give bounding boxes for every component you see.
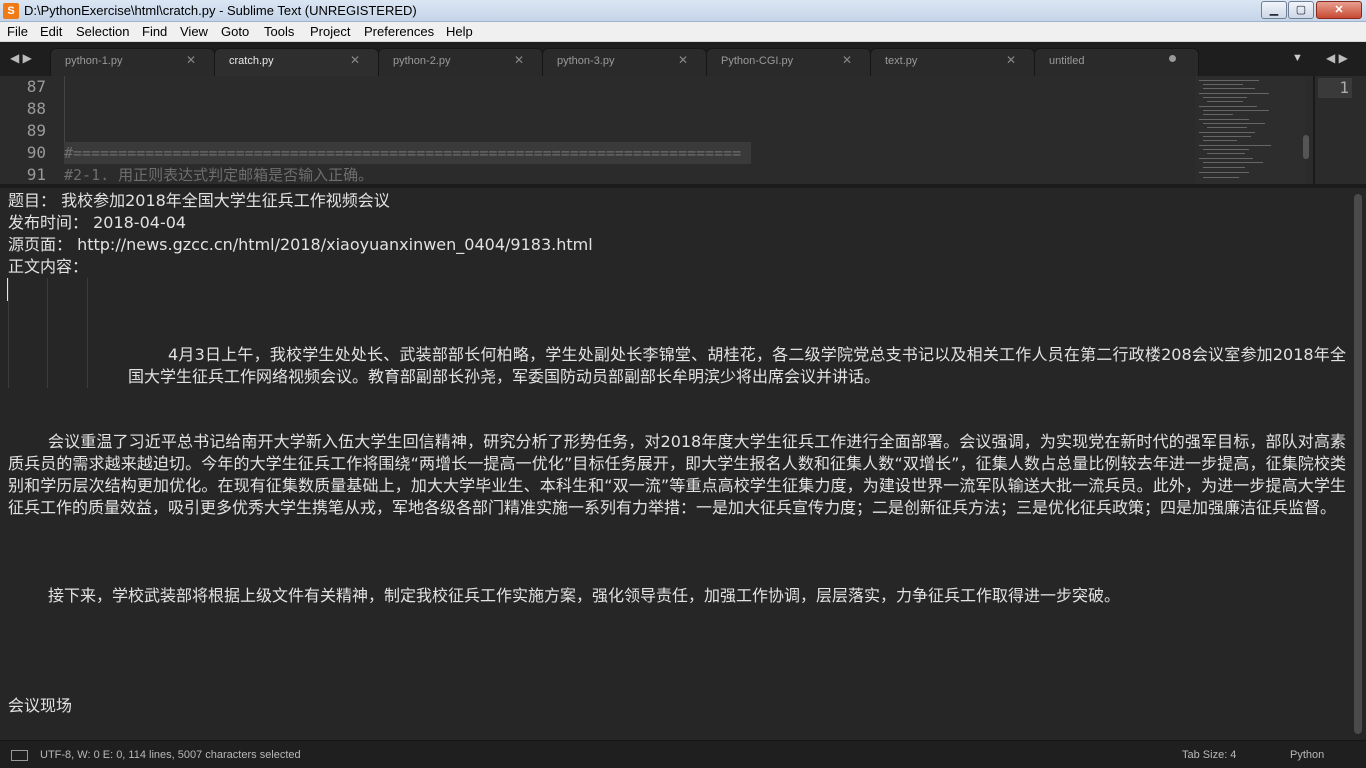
tab-close-icon[interactable]: ✕	[186, 53, 196, 67]
output-scrollbar-thumb[interactable]	[1354, 194, 1362, 734]
indent-guide	[87, 278, 88, 388]
tab-label: python-3.py	[557, 55, 615, 67]
unsaved-dot-icon[interactable]	[1169, 55, 1176, 62]
line-number: 91	[26, 165, 46, 184]
title-bar: S D:\PythonExercise\html\cratch.py - Sub…	[0, 0, 1366, 22]
status-syntax[interactable]: Python	[1290, 749, 1324, 761]
tab-label: python-2.py	[393, 55, 451, 67]
tab-python-3[interactable]: python-3.py ✕	[542, 48, 707, 76]
window-title: D:\PythonExercise\html\cratch.py - Subli…	[24, 3, 417, 18]
tab-untitled[interactable]: untitled	[1034, 48, 1199, 76]
tab-label: Python-CGI.py	[721, 55, 794, 67]
article-paragraph-1: 4月3日上午，我校学生处处长、武装部部长何柏略，学生处副处长李锦堂、胡桂花，各二…	[128, 345, 1346, 386]
tab-label: untitled	[1049, 55, 1085, 67]
menu-goto[interactable]: Goto	[221, 24, 249, 39]
line-number: 88	[26, 99, 46, 118]
tab-text[interactable]: text.py ✕	[870, 48, 1035, 76]
indent-guide	[47, 278, 48, 388]
output-time-line: 发布时间： 2018-04-04	[8, 213, 187, 232]
tab-bar: ◀ ▶ python-1.py ✕ cratch.py ✕ python-2.p…	[0, 42, 1366, 76]
sublime-app-icon: S	[3, 3, 19, 19]
menu-find[interactable]: Find	[142, 24, 167, 39]
build-output-panel[interactable]: 题目： 我校参加2018年全国大学生征兵工作视频会议 发布时间： 2018-04…	[0, 188, 1352, 740]
minimize-button[interactable]: ▁	[1261, 1, 1287, 19]
menu-preferences[interactable]: Preferences	[364, 24, 434, 39]
menu-view[interactable]: View	[180, 24, 208, 39]
minimap[interactable]	[1195, 76, 1305, 184]
tab-python-2[interactable]: python-2.py ✕	[378, 48, 543, 76]
tab-python-1[interactable]: python-1.py ✕	[50, 48, 215, 76]
close-window-button[interactable]: ✕	[1316, 1, 1362, 19]
tab-cratch[interactable]: cratch.py ✕	[214, 48, 379, 76]
tab-python-cgi[interactable]: Python-CGI.py ✕	[706, 48, 871, 76]
right-pane-line-number: 1	[1318, 78, 1352, 98]
indent-guide	[8, 278, 9, 388]
tab-dropdown-icon[interactable]: ▼	[1292, 52, 1303, 64]
tab-close-icon[interactable]: ✕	[1006, 53, 1016, 67]
line-number: 90	[26, 143, 46, 162]
tab-label: cratch.py	[229, 55, 274, 67]
indent-guide	[64, 120, 65, 142]
line-number: 87	[26, 77, 46, 96]
tab-close-icon[interactable]: ✕	[842, 53, 852, 67]
tab-nav-arrows-right[interactable]: ◀ ▶	[1326, 51, 1348, 65]
code-line: #2-1. 用正则表达式判定邮箱是否输入正确。	[64, 166, 374, 184]
sublime-window: S D:\PythonExercise\html\cratch.py - Sub…	[0, 0, 1366, 768]
menu-project[interactable]: Project	[310, 24, 350, 39]
tab-nav-arrows-left[interactable]: ◀ ▶	[10, 51, 32, 65]
section-heading: 会议现场	[8, 696, 73, 715]
indent-guide	[64, 76, 65, 98]
code-line: #=======================================…	[64, 142, 752, 164]
output-content-label: 正文内容：	[8, 257, 89, 276]
maximize-button[interactable]: ▢	[1288, 1, 1314, 19]
status-info: UTF-8, W: 0 E: 0, 114 lines, 5007 charac…	[40, 749, 301, 761]
menu-edit[interactable]: Edit	[40, 24, 62, 39]
panel-toggle-icon[interactable]	[11, 750, 28, 761]
menu-tools[interactable]: Tools	[264, 24, 294, 39]
indent-guide	[64, 98, 65, 120]
code-editor[interactable]: 87 88 89 90 91 #========================…	[0, 76, 1313, 184]
status-tab-size[interactable]: Tab Size: 4	[1182, 749, 1236, 761]
menu-bar: File Edit Selection Find View Goto Tools…	[0, 22, 1366, 42]
menu-file[interactable]: File	[7, 24, 28, 39]
editor-scrollbar[interactable]	[1303, 135, 1309, 159]
tab-label: text.py	[885, 55, 918, 67]
tab-close-icon[interactable]: ✕	[350, 53, 360, 67]
menu-selection[interactable]: Selection	[76, 24, 129, 39]
output-title-line: 题目： 我校参加2018年全国大学生征兵工作视频会议	[8, 191, 390, 210]
article-paragraph-3: 接下来，学校武装部将根据上级文件有关精神，制定我校征兵工作实施方案，强化领导责任…	[48, 586, 1121, 605]
line-number: 89	[26, 121, 46, 140]
output-source-line: 源页面： http://news.gzcc.cn/html/2018/xiaoy…	[8, 235, 593, 254]
menu-help[interactable]: Help	[446, 24, 473, 39]
article-paragraph-2: 会议重温了习近平总书记给南开大学新入伍大学生回信精神，研究分析了形势任务，对20…	[8, 432, 1346, 517]
tab-label: python-1.py	[65, 55, 123, 67]
tab-close-icon[interactable]: ✕	[678, 53, 688, 67]
status-bar: UTF-8, W: 0 E: 0, 114 lines, 5007 charac…	[0, 740, 1366, 768]
tab-close-icon[interactable]: ✕	[514, 53, 524, 67]
